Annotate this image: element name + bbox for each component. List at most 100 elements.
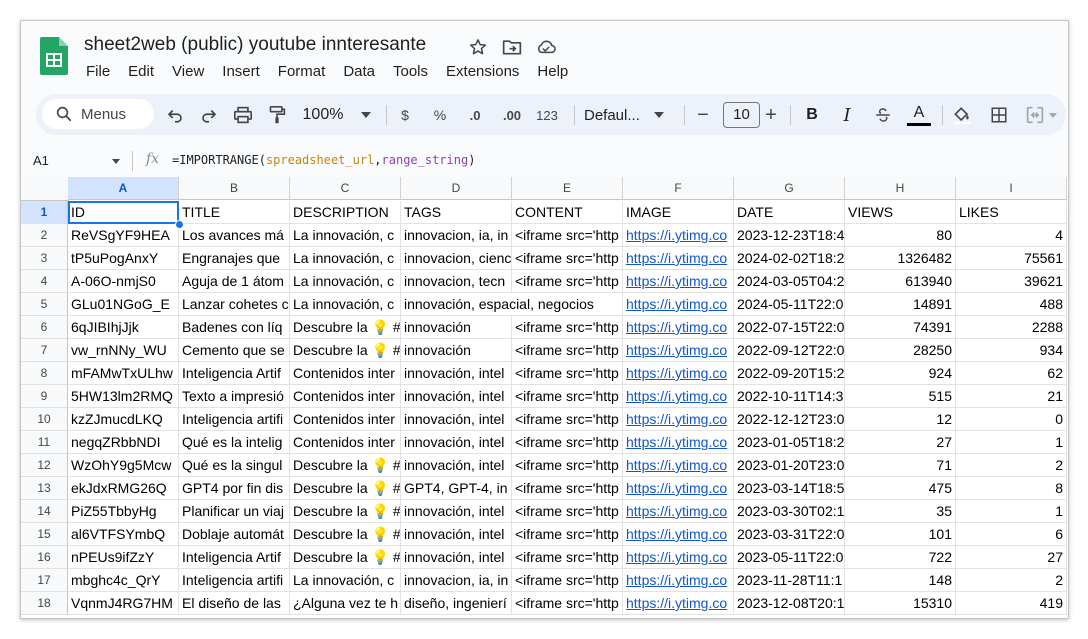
column-header-g[interactable]: G [734,177,845,200]
menu-format[interactable]: Format [278,63,335,80]
table-cell[interactable]: Planificar un viaj [179,500,290,523]
table-cell[interactable]: 14891 [845,293,956,316]
row-header[interactable]: 13 [21,477,68,500]
column-header-i[interactable]: I [956,177,1067,200]
table-cell[interactable]: Contenidos inter [290,431,401,454]
table-cell[interactable]: El diseño de las [179,592,290,615]
table-cell[interactable]: https://i.ytimg.co [623,247,734,270]
move-folder-icon[interactable] [502,37,522,57]
table-cell[interactable]: ekJdxRMG26Q [68,477,179,500]
bold-button[interactable]: B [802,104,822,126]
table-cell[interactable]: negqZRbbNDI [68,431,179,454]
table-cell[interactable]: Inteligencia Artif [179,546,290,569]
table-cell[interactable]: Descubre la 💡 # [290,454,401,477]
chevron-down-icon[interactable] [112,159,120,164]
table-cell[interactable]: <iframe src='http [512,546,623,569]
table-cell[interactable]: nPEUs9ifZzY [68,546,179,569]
table-cell[interactable]: GPT4 por fin dis [179,477,290,500]
table-cell[interactable]: 934 [956,339,1067,362]
table-cell[interactable]: Doblaje automát [179,523,290,546]
table-cell[interactable]: 2023-05-11T22:0 [734,546,845,569]
increase-decimal-button[interactable]: .00 [497,104,527,126]
table-cell[interactable]: <iframe src='http [512,454,623,477]
table-cell[interactable]: https://i.ytimg.co [623,431,734,454]
table-cell[interactable]: 148 [845,569,956,592]
menu-tools[interactable]: Tools [393,63,437,80]
decrease-decimal-button[interactable]: .0 [462,104,488,126]
sheet-grid[interactable]: A B C D E F G H I 1 ID TITLE DESCRIPTION TAGS CONTENT I… [21,177,1068,618]
table-cell[interactable]: Descubre la 💡 # [290,477,401,500]
strikethrough-icon[interactable] [872,104,894,126]
table-cell[interactable]: 2022-07-15T22:0 [734,316,845,339]
column-header-b[interactable]: B [179,177,290,200]
row-header[interactable]: 5 [21,293,68,316]
row-header[interactable]: 11 [21,431,68,454]
table-cell[interactable]: 15310 [845,592,956,615]
table-cell[interactable]: 62 [956,362,1067,385]
column-header-d[interactable]: D [401,177,512,200]
table-cell[interactable]: https://i.ytimg.co [623,500,734,523]
table-cell[interactable]: 74391 [845,316,956,339]
zoom-select[interactable]: 100% [302,104,372,126]
sheets-logo-icon[interactable] [40,37,68,75]
number-format-button[interactable]: 123 [533,104,561,126]
table-cell[interactable]: <iframe src='http [512,592,623,615]
row-header[interactable]: 10 [21,408,68,431]
column-header-h[interactable]: H [845,177,956,200]
table-cell[interactable]: 2022-09-12T22:0 [734,339,845,362]
table-cell[interactable]: <iframe src='http [512,270,623,293]
table-cell[interactable]: 0 [956,408,1067,431]
row-header[interactable]: 8 [21,362,68,385]
header-cell[interactable]: DESCRIPTION [290,201,401,224]
table-cell[interactable]: 2023-03-30T02:1 [734,500,845,523]
table-cell[interactable]: vw_rnNNy_WU [68,339,179,362]
table-cell[interactable]: Qué es la intelig [179,431,290,454]
currency-format-button[interactable]: $ [394,104,416,126]
table-cell[interactable]: innovación, intel [401,546,512,569]
table-cell[interactable]: 2 [956,569,1067,592]
table-cell[interactable]: innovación, intel [401,523,512,546]
fill-color-icon[interactable] [951,104,973,126]
header-cell[interactable]: IMAGE [623,201,734,224]
table-cell[interactable]: innovación, espacial, negocios [401,293,594,316]
row-header[interactable]: 2 [21,224,68,247]
table-cell[interactable]: innovación [401,339,512,362]
table-cell[interactable]: https://i.ytimg.co [623,523,734,546]
table-cell[interactable]: https://i.ytimg.co [623,270,734,293]
table-cell[interactable]: <iframe src='http [512,477,623,500]
table-cell[interactable]: kzZJmucdLKQ [68,408,179,431]
cloud-status-icon[interactable] [536,37,556,57]
header-cell[interactable]: CONTENT [512,201,623,224]
table-cell[interactable]: 27 [845,431,956,454]
column-header-f[interactable]: F [623,177,734,200]
table-cell[interactable]: https://i.ytimg.co [623,477,734,500]
table-cell[interactable]: 6qJIBIhjJjk [68,316,179,339]
italic-button[interactable]: I [837,104,857,126]
table-cell[interactable]: Inteligencia artifi [179,569,290,592]
menu-help[interactable]: Help [537,63,577,80]
paint-format-icon[interactable] [266,104,288,126]
header-cell[interactable]: TAGS [401,201,512,224]
table-cell[interactable]: 475 [845,477,956,500]
table-cell[interactable]: 924 [845,362,956,385]
table-cell[interactable]: innovación, intel [401,454,512,477]
table-cell[interactable]: innovacion, tecn [401,270,512,293]
table-cell[interactable]: Inteligencia artifi [179,408,290,431]
borders-icon[interactable] [988,104,1010,126]
table-cell[interactable]: <iframe src='http [512,500,623,523]
row-header[interactable]: 1 [21,201,68,224]
menu-edit[interactable]: Edit [128,63,163,80]
select-all-corner[interactable] [21,177,69,201]
row-header[interactable]: 14 [21,500,68,523]
table-cell[interactable]: 2288 [956,316,1067,339]
table-cell[interactable]: https://i.ytimg.co [623,408,734,431]
table-cell[interactable]: Contenidos inter [290,408,401,431]
table-cell[interactable]: <iframe src='http [512,431,623,454]
table-cell[interactable]: 2023-01-05T18:2 [734,431,845,454]
redo-icon[interactable] [198,104,220,126]
table-cell[interactable]: Inteligencia Artif [179,362,290,385]
table-cell[interactable]: La innovación, c [290,270,401,293]
header-cell[interactable]: VIEWS [845,201,956,224]
table-cell[interactable]: mFAMwTxULhw [68,362,179,385]
header-cell[interactable]: LIKES [956,201,1067,224]
